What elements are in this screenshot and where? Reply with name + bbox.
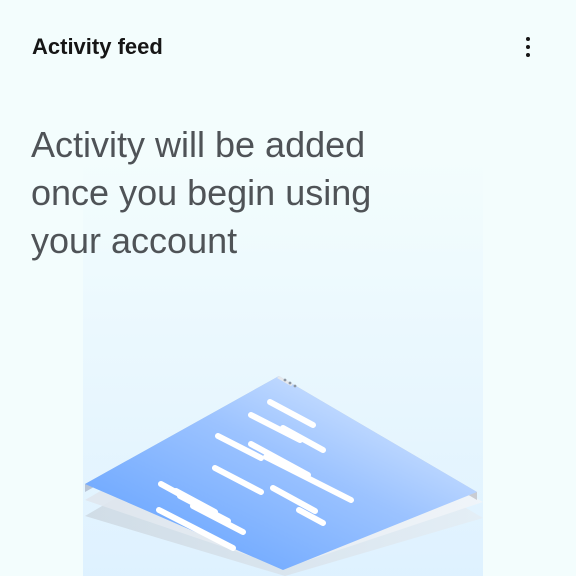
card-title: Activity feed (32, 34, 163, 59)
activity-feed-card: Activity feed Activity will be added onc… (0, 0, 576, 576)
overflow-menu-vertical-icon (526, 37, 530, 41)
overflow-menu-button[interactable] (516, 33, 540, 61)
card-header: Activity feed (32, 33, 552, 63)
empty-state-message: Activity will be added once you begin us… (31, 124, 372, 261)
document-stack-illustration (85, 376, 483, 576)
